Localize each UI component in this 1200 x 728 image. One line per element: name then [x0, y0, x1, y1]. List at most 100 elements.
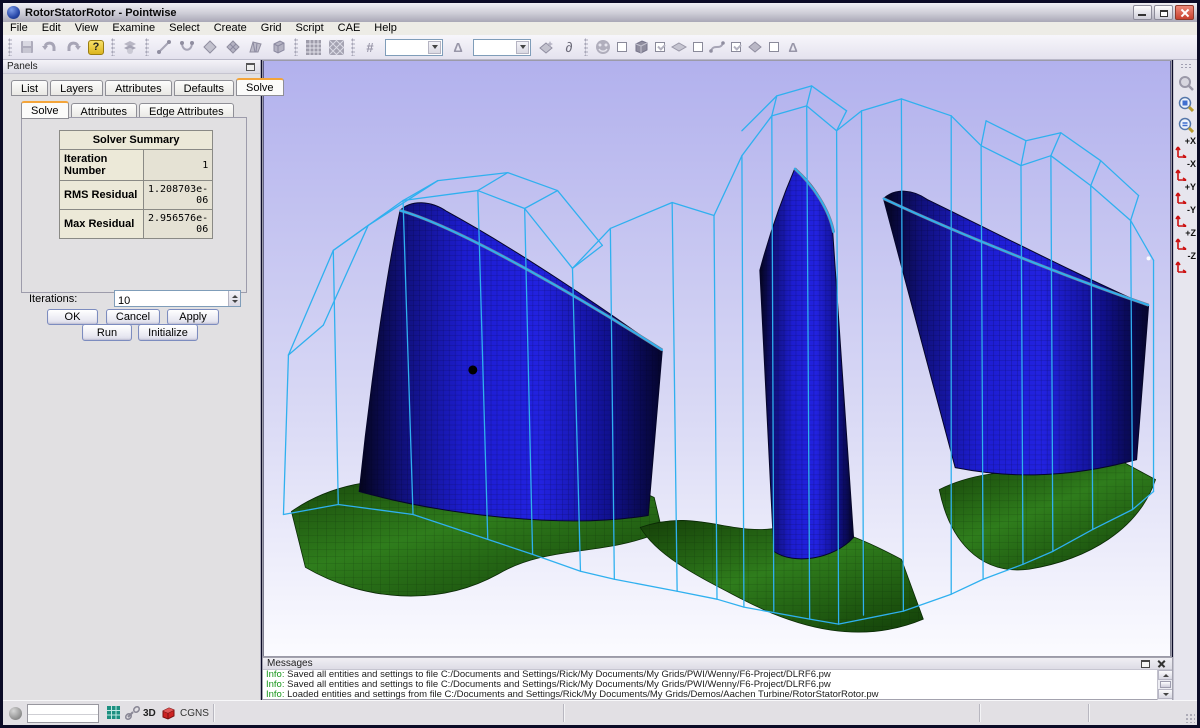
pick-point-dot [468, 365, 477, 374]
spacing-button[interactable]: Δ [447, 37, 469, 58]
help-button[interactable]: ? [85, 37, 107, 58]
panels-float-icon[interactable] [246, 63, 255, 71]
tab-attributes[interactable]: Attributes [105, 80, 171, 96]
menu-create[interactable]: Create [207, 22, 254, 35]
menu-edit[interactable]: Edit [35, 22, 68, 35]
close-button[interactable] [1175, 5, 1194, 20]
boundary-condition-button[interactable]: ∂ [558, 37, 580, 58]
restore-button[interactable] [1154, 5, 1173, 20]
show-blocks-button[interactable] [630, 37, 652, 58]
zoom-button[interactable] [1175, 73, 1196, 93]
create-domain-mesh-button[interactable] [222, 37, 244, 58]
solve-surface-button[interactable] [535, 37, 557, 58]
tab-defaults[interactable]: Defaults [174, 80, 234, 96]
minimize-button[interactable] [1133, 5, 1152, 20]
panels-header[interactable]: Panels [3, 60, 260, 74]
iterations-spinner[interactable] [228, 291, 240, 306]
create-connector-button[interactable] [153, 37, 175, 58]
menu-view[interactable]: View [68, 22, 106, 35]
zoom-to-fit-button[interactable] [1175, 94, 1196, 114]
toolbar-grip[interactable] [294, 38, 298, 56]
ok-button[interactable]: OK [47, 309, 98, 325]
subtab-solve[interactable]: Solve [21, 101, 69, 119]
curve-icon [179, 39, 195, 55]
menu-bar: File Edit View Examine Select Create Gri… [3, 22, 1197, 35]
view-minus-y-button[interactable]: -Y [1175, 206, 1196, 227]
save-button[interactable] [16, 37, 38, 58]
menu-examine[interactable]: Examine [105, 22, 162, 35]
viewport-3d[interactable] [262, 60, 1172, 657]
menu-script[interactable]: Script [289, 22, 331, 35]
menu-select[interactable]: Select [162, 22, 207, 35]
zoom-reset-button[interactable] [1175, 115, 1196, 135]
run-button[interactable]: Run [82, 324, 132, 341]
tab-list[interactable]: List [11, 80, 48, 96]
create-curve-button[interactable] [176, 37, 198, 58]
blocks-visibility-checkbox[interactable] [655, 42, 665, 52]
title-bar[interactable]: RotorStatorRotor - Pointwise [3, 3, 1197, 22]
delta2-icon: Δ [788, 40, 797, 55]
combo-dropdown-icon[interactable] [428, 41, 441, 54]
toolbar-grip[interactable] [584, 38, 588, 56]
toolbar-grip[interactable] [351, 38, 355, 56]
spinner-down-icon[interactable] [232, 300, 238, 303]
structured-grid-button[interactable] [302, 37, 324, 58]
toolbar-grip[interactable] [111, 38, 115, 56]
layer-stack-button[interactable] [119, 37, 141, 58]
show-database-button[interactable] [592, 37, 614, 58]
scroll-up-icon[interactable] [1158, 670, 1172, 680]
show-sources-button[interactable]: Δ [782, 37, 804, 58]
resize-grip[interactable] [1185, 713, 1195, 723]
scroll-down-icon[interactable] [1158, 689, 1172, 699]
redo-button[interactable] [62, 37, 84, 58]
view-minus-x-button[interactable]: -X [1175, 160, 1196, 181]
initialize-button[interactable]: Initialize [138, 324, 198, 341]
dimension-combo[interactable] [385, 39, 443, 56]
scroll-thumb[interactable] [1160, 681, 1171, 688]
flat-domain-icon [671, 39, 687, 55]
tab-layers[interactable]: Layers [50, 80, 103, 96]
undo-button[interactable] [39, 37, 61, 58]
table-row: Iteration Number 1 [60, 150, 213, 181]
messages-scrollbar[interactable] [1157, 670, 1172, 700]
view-plus-y-button[interactable]: +Y [1175, 183, 1196, 204]
cancel-button[interactable]: Cancel [106, 309, 160, 325]
domains-visibility-checkbox[interactable] [693, 42, 703, 52]
spacing-combo[interactable] [473, 39, 531, 56]
view-toolbar-grip[interactable] [1180, 63, 1192, 69]
combo-dropdown-icon[interactable] [516, 41, 529, 54]
database-visibility-checkbox[interactable] [617, 42, 627, 52]
view-minus-z-button[interactable]: -Z [1175, 252, 1196, 273]
menu-file[interactable]: File [3, 22, 35, 35]
dimension-button[interactable]: # [359, 37, 381, 58]
show-domains-button[interactable] [668, 37, 690, 58]
spacings-visibility-checkbox[interactable] [769, 42, 779, 52]
menu-help[interactable]: Help [367, 22, 404, 35]
menu-grid[interactable]: Grid [254, 22, 289, 35]
messages-header[interactable]: Messages [263, 658, 1172, 670]
view-plus-x-button[interactable]: +X [1175, 137, 1196, 158]
link-status-icon [125, 706, 141, 720]
menu-cae[interactable]: CAE [331, 22, 368, 35]
toolbar-grip[interactable] [145, 38, 149, 56]
unstructured-grid-button[interactable] [325, 37, 347, 58]
tab-solve[interactable]: Solve [236, 78, 284, 96]
messages-float-icon[interactable] [1141, 660, 1150, 668]
show-spacings-button[interactable] [744, 37, 766, 58]
apply-button[interactable]: Apply [167, 309, 219, 325]
connectors-visibility-checkbox[interactable] [731, 42, 741, 52]
messages-panel: Messages Info: Saved all entities and se… [262, 657, 1173, 700]
zoom-icon [1178, 75, 1194, 91]
viewport-3d-scene [263, 61, 1171, 656]
toolbar-grip[interactable] [8, 38, 12, 56]
iterations-spinbox [114, 290, 241, 307]
messages-log[interactable]: Info: Saved all entities and settings to… [263, 670, 1172, 700]
show-connectors-button[interactable] [706, 37, 728, 58]
spinner-up-icon[interactable] [232, 295, 238, 298]
create-domain-button[interactable] [199, 37, 221, 58]
iterations-input[interactable] [115, 294, 223, 309]
view-plus-z-button[interactable]: +Z [1175, 229, 1196, 250]
create-block-button[interactable] [268, 37, 290, 58]
create-surface-button[interactable] [245, 37, 267, 58]
messages-close-icon[interactable] [1157, 659, 1166, 668]
